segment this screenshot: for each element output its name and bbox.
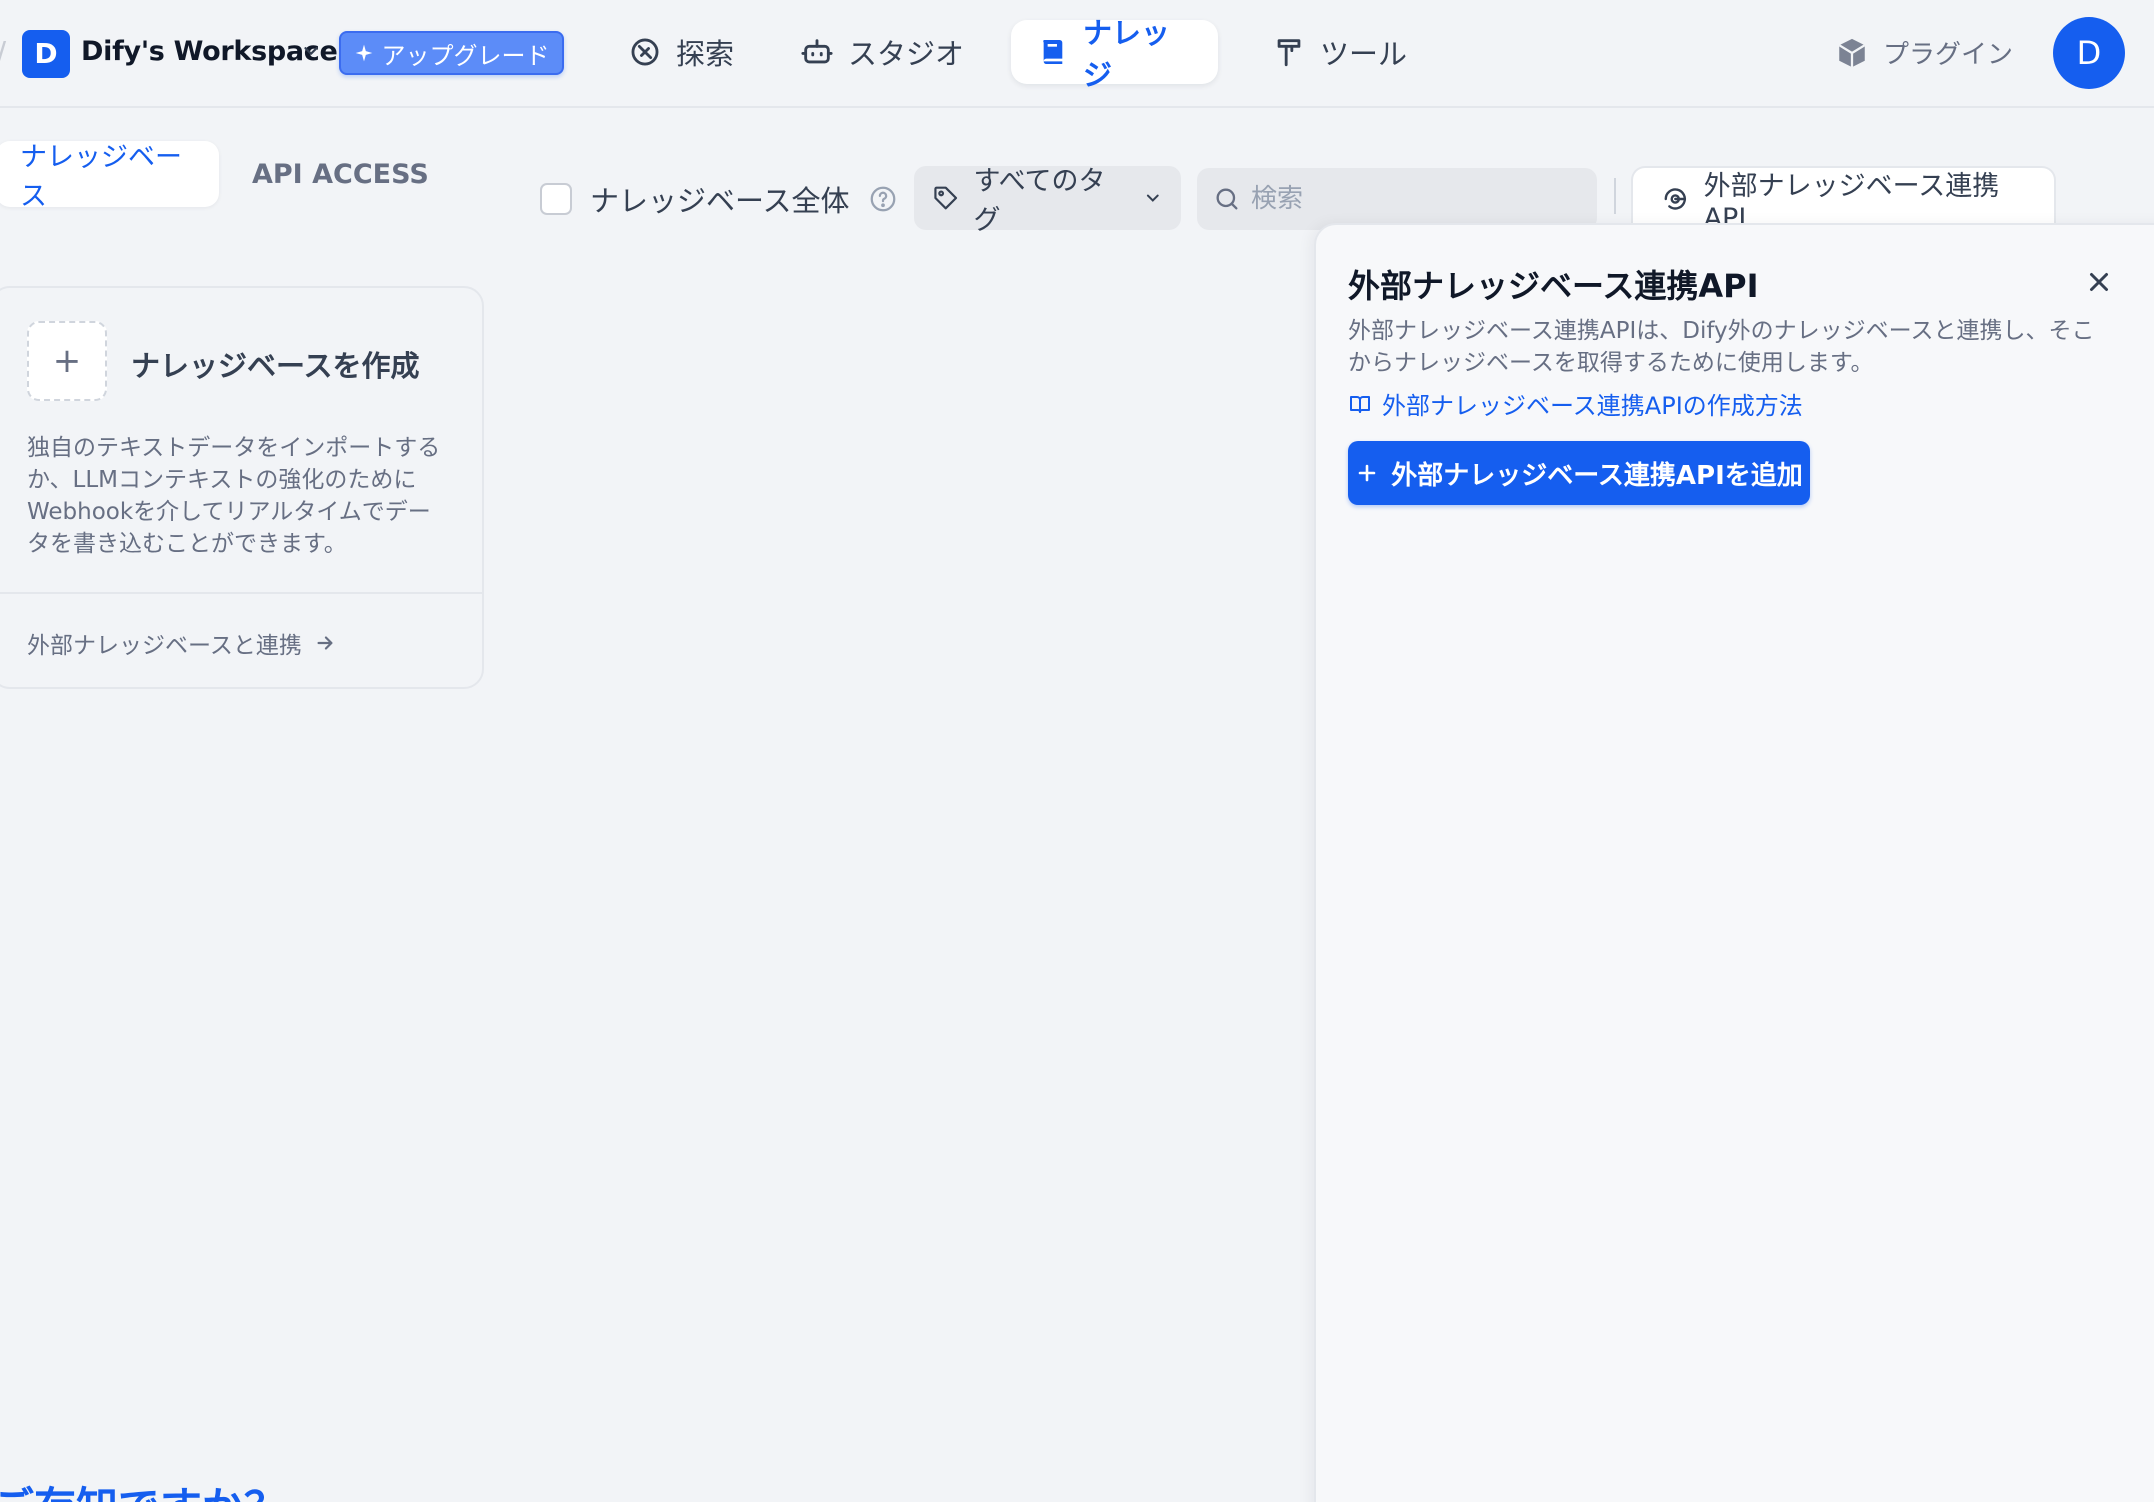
tab-knowledge-base[interactable]: ナレッジベース [0,141,219,212]
book-icon [1043,40,1063,64]
book-open-icon [1350,395,1370,413]
panel-description: 外部ナレッジベース連携APIは、Dify外のナレッジベースと連携し、そこからナレ… [1348,318,2095,376]
panel-title: 外部ナレッジベース連携API [1348,267,1759,305]
close-icon[interactable] [2084,267,2114,297]
create-knowledge-description: 独自のテキストデータをインポートするか、LLMコンテキストの強化のためにWebh… [27,435,441,557]
connect-external-label: 外部ナレッジベースと連携 [27,633,302,659]
external-api-panel: 外部ナレッジベース連携API 外部ナレッジベース連携APIは、Dify外のナレッ… [1314,223,2154,1502]
compass-icon [631,38,659,66]
nav-studio[interactable]: スタジオ [774,20,990,84]
user-avatar[interactable]: D [2053,17,2125,89]
add-external-api-label: 外部ナレッジベース連携APIを追加 [1391,460,1803,491]
plus-icon: + [27,321,107,401]
card-divider [0,592,482,594]
external-api-button[interactable]: 外部ナレッジベース連携API [1631,166,2056,234]
cube-icon [1838,38,1866,67]
plus-icon [1358,464,1376,482]
api-icon [1664,188,1687,210]
did-you-know-heading: ご存知ですか？ [0,1474,286,1502]
search-icon [1216,188,1238,210]
all-knowledge-checkbox[interactable] [540,183,572,215]
nav-knowledge[interactable]: ナレッジ [1011,16,1218,92]
tab-api-access[interactable]: API ACCESS [228,141,453,207]
tag-filter-dropdown[interactable]: すべてのタグ [914,166,1181,236]
connect-external-link[interactable]: 外部ナレッジベースと連携 [27,626,336,660]
nav-explore-label: 探索 [676,37,735,71]
chevron-down-icon [1147,194,1160,202]
create-knowledge-card[interactable]: + ナレッジベースを作成 独自のテキストデータをインポートするか、LLMコンテキ… [0,286,484,689]
add-external-api-button[interactable]: 外部ナレッジベース連携APIを追加 [1348,441,1810,505]
nav-explore[interactable]: 探索 [602,20,760,84]
upgrade-button[interactable]: アップグレード [339,31,564,75]
nav-knowledge-label: ナレッジ [1082,16,1170,92]
nav-tools-label: ツール [1320,37,1408,71]
plugins-button[interactable]: プラグイン [1835,34,2013,71]
robot-icon [801,39,833,64]
create-knowledge-title: ナレッジベースを作成 [131,349,420,383]
howto-label: 外部ナレッジベース連携APIの作成方法 [1382,392,1803,420]
plugins-label: プラグイン [1883,40,2014,70]
toolbar-divider [1614,178,1616,214]
breadcrumb-separator: / [0,36,6,71]
arrow-right-icon [317,636,333,650]
nav-tools[interactable]: ツール [1246,20,1433,84]
workspace-avatar[interactable]: D [22,30,70,78]
upgrade-label: アップグレード [381,41,550,70]
sparkle-icon [355,44,372,62]
all-knowledge-scope: ナレッジベース全体 [540,178,898,220]
all-knowledge-label[interactable]: ナレッジベース全体 [590,178,850,220]
chevron-down-icon[interactable] [300,40,322,62]
nav-studio-label: スタジオ [848,37,965,71]
help-icon[interactable] [868,184,898,214]
search-box [1197,168,1597,230]
tag-icon [934,186,958,210]
howto-link[interactable]: 外部ナレッジベース連携APIの作成方法 [1348,386,1803,421]
tag-filter-label: すべてのタグ [973,166,1106,236]
top-navigation: / D Dify's Workspace アップグレード 探索 スタジオ ナレッ… [0,0,2154,108]
search-input[interactable] [1251,184,1571,214]
hammer-icon [1277,39,1301,67]
